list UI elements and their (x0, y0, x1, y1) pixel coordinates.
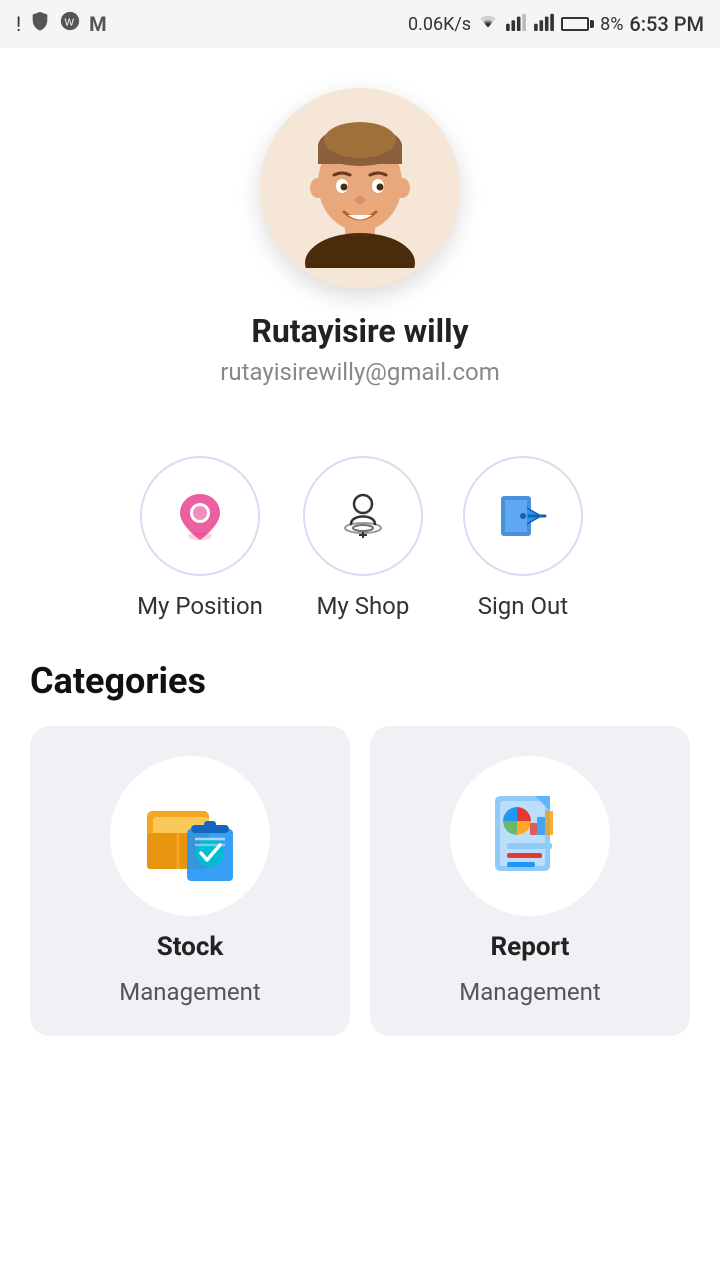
categories-title: Categories (30, 660, 690, 702)
sign-out-label: Sign Out (478, 592, 568, 620)
stock-sub: Management (119, 978, 260, 1006)
signal-icon (505, 12, 527, 36)
status-right: 0.06K/s (408, 12, 704, 36)
battery-percent: 8% (600, 14, 623, 35)
report-icon (475, 781, 585, 891)
my-shop-button[interactable]: My Shop (303, 456, 423, 620)
signout-icon (493, 486, 553, 546)
gmail-icon: M (89, 12, 107, 36)
position-icon (170, 486, 230, 546)
notification-icon: ! (16, 12, 21, 36)
shield-icon (29, 10, 51, 38)
profile-section: Rutayisire willy rutayisirewilly@gmail.c… (0, 48, 720, 436)
actions-row: My Position My Shop (0, 436, 720, 650)
time-display: 6:53 PM (629, 12, 704, 36)
stock-management-card[interactable]: Stock Management (30, 726, 350, 1036)
shop-icon (333, 486, 393, 546)
signal2-icon (533, 12, 555, 36)
my-position-label: My Position (137, 592, 263, 620)
report-sub: Management (459, 978, 600, 1006)
report-name: Report (491, 932, 570, 962)
whatsapp-icon: W (59, 10, 81, 38)
stock-icon-circle (110, 756, 270, 916)
avatar-image (280, 108, 440, 268)
network-speed: 0.06K/s (408, 14, 471, 35)
my-shop-label: My Shop (316, 592, 409, 620)
my-shop-circle (303, 456, 423, 576)
stock-icon (135, 781, 245, 891)
status-bar: ! W M 0.06K/s (0, 0, 720, 48)
my-position-button[interactable]: My Position (137, 456, 263, 620)
categories-grid: Stock Management (30, 726, 690, 1036)
sign-out-circle (463, 456, 583, 576)
status-left: ! W M (16, 10, 107, 38)
categories-section: Categories (0, 650, 720, 1066)
stock-name: Stock (157, 932, 224, 962)
sign-out-button[interactable]: Sign Out (463, 456, 583, 620)
battery-icon (561, 17, 594, 31)
user-name: Rutayisire willy (251, 312, 468, 350)
avatar (260, 88, 460, 288)
my-position-circle (140, 456, 260, 576)
report-management-card[interactable]: Report Management (370, 726, 690, 1036)
user-email: rutayisirewilly@gmail.com (220, 358, 499, 386)
svg-text:W: W (65, 18, 75, 29)
report-icon-circle (450, 756, 610, 916)
wifi-icon (477, 12, 499, 36)
